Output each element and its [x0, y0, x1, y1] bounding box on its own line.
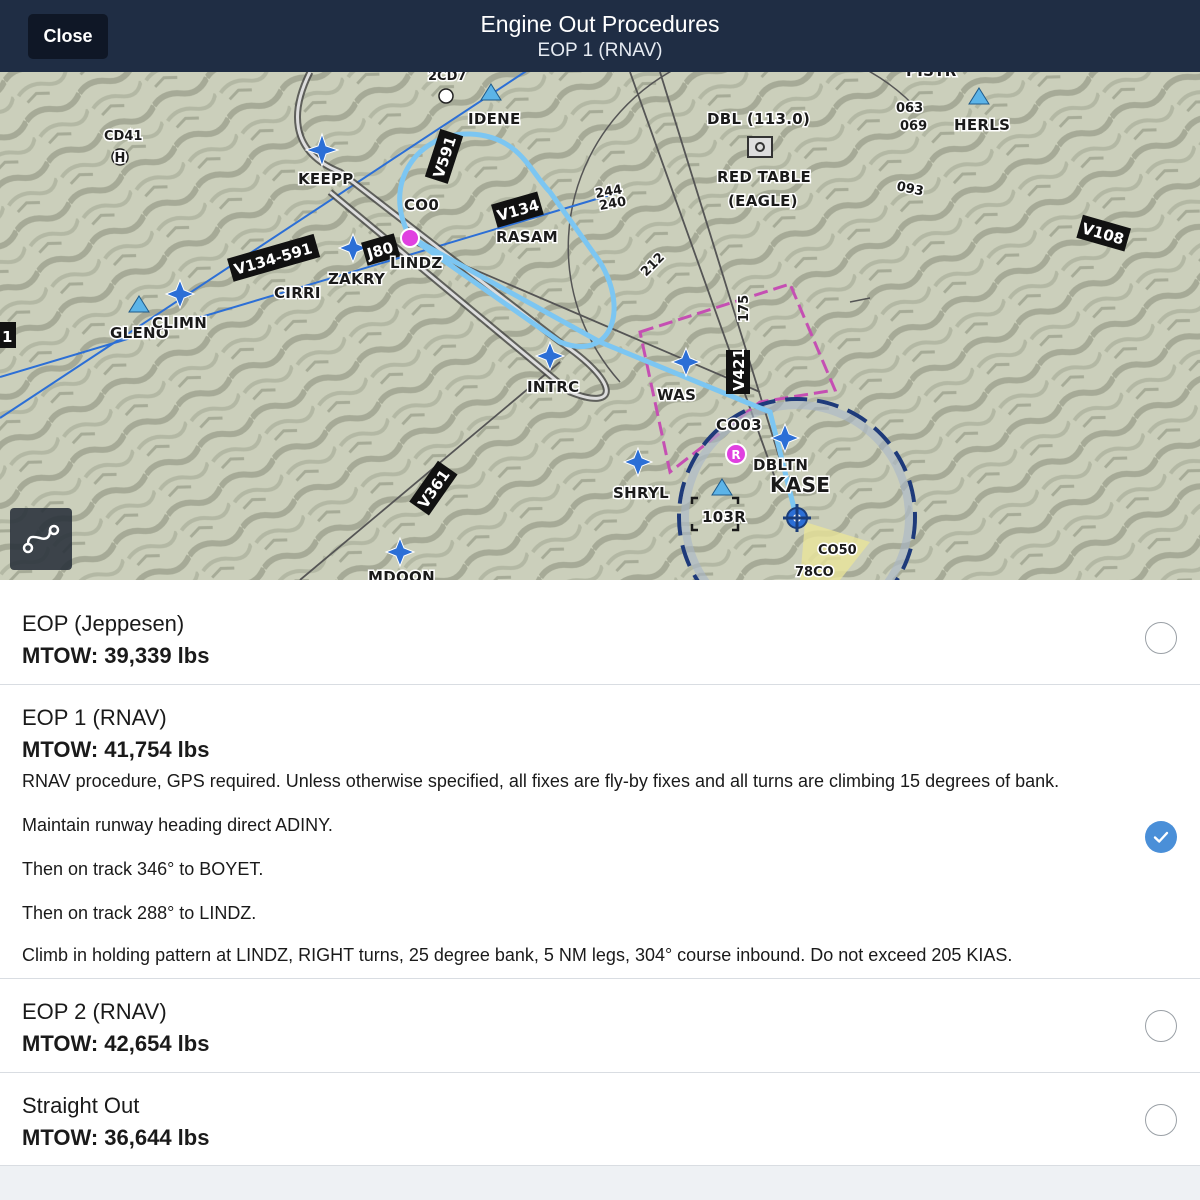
procedure-name: EOP 2 (RNAV)	[22, 999, 167, 1024]
label-climn: CLIMN	[152, 314, 207, 332]
label-mdoon: MDOON	[368, 568, 435, 580]
procedure-note: RNAV procedure, GPS required. Unless oth…	[22, 771, 1060, 791]
procedure-step: Then on track 346° to BOYET.	[22, 859, 264, 879]
checkmark-icon	[1153, 831, 1169, 843]
airway-label-edge: 1	[0, 322, 16, 348]
label-rasam: RASAM	[496, 228, 558, 246]
restricted-marker-label: R	[731, 448, 740, 462]
radio-unchecked[interactable]	[1145, 622, 1177, 654]
procedure-mtow: MTOW: 39,339 lbs	[22, 643, 210, 668]
procedure-option-eop1-rnav[interactable]: EOP 1 (RNAV) MTOW: 41,754 lbs RNAV proce…	[0, 685, 1200, 979]
label-103r: 103R	[702, 508, 746, 526]
label-keepp: KEEPP	[298, 170, 354, 188]
label-red-table: RED TABLE	[717, 168, 811, 186]
label-co03: CO03	[716, 416, 762, 434]
nav-header: Close Engine Out Procedures EOP 1 (RNAV)	[0, 0, 1200, 72]
route-toggle-button[interactable]	[10, 508, 72, 570]
radio-checked[interactable]	[1145, 821, 1177, 853]
svg-text:1: 1	[2, 328, 12, 346]
label-idene: IDENE	[468, 110, 521, 128]
procedure-mtow: MTOW: 36,644 lbs	[22, 1125, 210, 1150]
procedure-mtow: MTOW: 42,654 lbs	[22, 1031, 210, 1056]
label-kase: KASE	[770, 473, 830, 497]
procedure-option-straight-out[interactable]: Straight Out MTOW: 36,644 lbs	[0, 1073, 1200, 1166]
route-icon	[22, 524, 60, 554]
label-dbl: DBL (113.0)	[707, 110, 810, 128]
airway-label-v421: V421	[726, 348, 750, 394]
procedure-mtow: MTOW: 41,754 lbs	[22, 737, 210, 762]
procedure-option-eop2-rnav[interactable]: EOP 2 (RNAV) MTOW: 42,654 lbs	[0, 979, 1200, 1073]
label-co50: CO50	[818, 543, 857, 558]
label-eagle: (EAGLE)	[728, 192, 798, 210]
radio-unchecked[interactable]	[1145, 1010, 1177, 1042]
procedure-option-eop-jeppesen[interactable]: EOP (Jeppesen) MTOW: 39,339 lbs	[0, 580, 1200, 685]
label-cd41: CD41	[104, 129, 142, 144]
label-78co: 78CO	[795, 565, 834, 580]
procedure-name: EOP 1 (RNAV)	[22, 705, 167, 730]
radio-unchecked[interactable]	[1145, 1104, 1177, 1136]
procedure-step: Then on track 288° to LINDZ.	[22, 903, 257, 923]
label-069: 069	[900, 119, 927, 134]
svg-text:H: H	[115, 151, 126, 166]
vor-icon	[747, 136, 773, 158]
procedure-map[interactable]: H R V134-591 J80 V591 V134 V108 V361 V42…	[0, 72, 1200, 580]
procedure-step: Climb in holding pattern at LINDZ, RIGHT…	[22, 945, 1013, 965]
label-zakry: ZAKRY	[328, 270, 386, 288]
label-2cd7: 2CD7	[428, 72, 466, 84]
procedure-list: EOP (Jeppesen) MTOW: 39,339 lbs EOP 1 (R…	[0, 580, 1200, 1166]
label-shryl: SHRYL	[613, 484, 669, 502]
label-pistr: PISTR	[906, 72, 957, 80]
label-lindz: LINDZ	[390, 254, 443, 272]
svg-text:V421: V421	[730, 348, 748, 391]
page-title: Engine Out Procedures	[480, 11, 720, 37]
label-063: 063	[896, 101, 923, 116]
page-subtitle: EOP 1 (RNAV)	[537, 40, 663, 61]
label-herls: HERLS	[954, 116, 1010, 134]
label-175: 175	[737, 295, 752, 322]
procedure-name: EOP (Jeppesen)	[22, 611, 185, 636]
label-dbltn: DBLTN	[753, 456, 808, 474]
label-intrc: INTRC	[527, 378, 579, 396]
bottom-bar	[0, 1166, 1200, 1200]
procedure-step: Maintain runway heading direct ADINY.	[22, 815, 333, 835]
label-co00: CO0	[404, 196, 439, 214]
label-cirri: CIRRI	[274, 284, 321, 302]
label-was: WAS	[657, 386, 696, 404]
procedure-name: Straight Out	[22, 1093, 140, 1118]
reporting-point-icon	[400, 228, 420, 248]
